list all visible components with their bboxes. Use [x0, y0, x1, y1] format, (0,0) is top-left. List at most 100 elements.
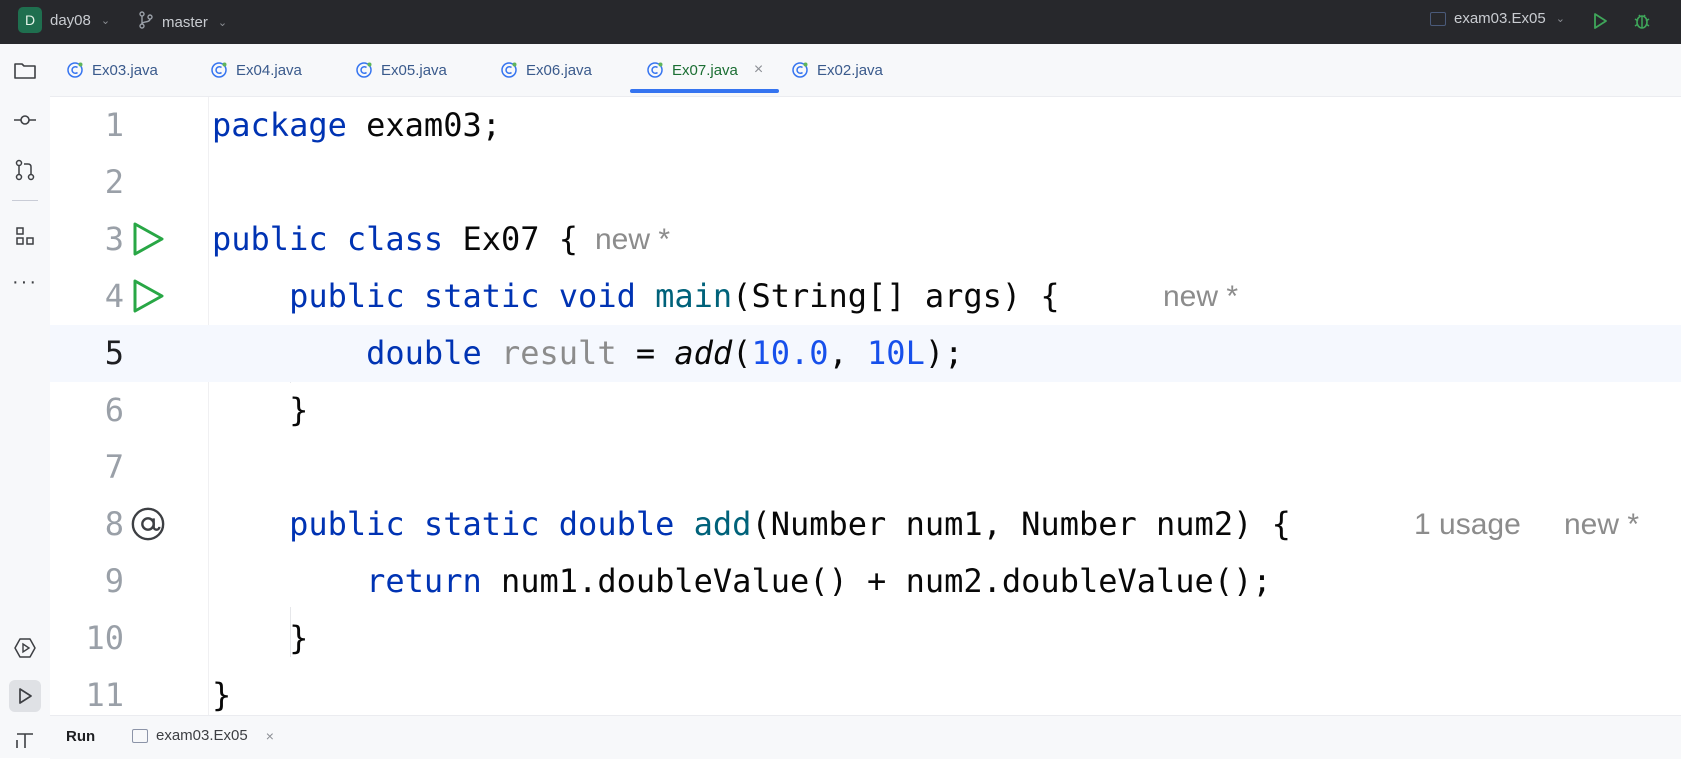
run-tool-window-header: Run exam03.Ex05 × [50, 715, 1681, 759]
tab-ex02[interactable]: Ex02.java [791, 44, 883, 96]
chevron-down-icon: ⌄ [217, 17, 228, 29]
tab-ex04[interactable]: Ex04.java [210, 44, 302, 96]
implementation-gutter-marker[interactable] [130, 506, 166, 542]
keyword: package [212, 106, 347, 144]
branch-selector[interactable]: master ⌄ [138, 11, 227, 34]
tab-ex05[interactable]: Ex05.java [355, 44, 447, 96]
line-number: 6 [104, 391, 124, 429]
code-token: } [289, 391, 309, 429]
project-tool-button[interactable] [9, 54, 41, 86]
terminal-tool-button[interactable] [9, 724, 41, 756]
line-number: 3 [104, 220, 124, 258]
java-class-icon [211, 62, 227, 78]
tab-label: Ex07.java [672, 61, 738, 79]
chevron-down-icon: ⌄ [100, 14, 111, 27]
at-sign-icon [131, 507, 165, 541]
inlay-hint[interactable]: new * [595, 211, 670, 268]
active-tab-indicator [630, 89, 780, 93]
code-token: num1.doubleValue() + num2.doubleValue(); [481, 562, 1272, 600]
inlay-hint[interactable]: new * [1163, 268, 1238, 325]
run-icon [133, 279, 164, 313]
tab-ex06[interactable]: Ex06.java [500, 44, 592, 96]
run-configuration-selector[interactable]: exam03.Ex05 ⌄ [1430, 10, 1565, 27]
code-text: public class Ex07 { [212, 211, 578, 268]
code-token: } [289, 619, 309, 657]
services-icon [14, 638, 36, 658]
keyword: class [346, 220, 444, 258]
tab-label: Ex05.java [381, 61, 447, 79]
line-number: 8 [104, 505, 124, 543]
terminal-icon [16, 733, 33, 748]
line-number: 4 [104, 277, 124, 315]
code-line: 10 } [50, 610, 1681, 667]
structure-icon [16, 227, 34, 245]
line-number: 2 [104, 163, 124, 201]
run-icon [133, 222, 164, 256]
close-icon[interactable]: × [266, 728, 274, 744]
code-token: (String[] args) { [732, 277, 1060, 315]
code-text: public static void main(String[] args) { [212, 268, 1060, 325]
run-button[interactable] [1588, 9, 1612, 33]
code-text: package exam03; [212, 97, 501, 154]
tab-ex07[interactable]: Ex07.java × [630, 44, 780, 96]
tab-label: Ex04.java [236, 61, 302, 79]
code-text: } [212, 382, 308, 439]
tool-strip-divider [12, 200, 38, 201]
code-token: ( [732, 334, 752, 372]
more-tools-button[interactable]: ··· [9, 266, 41, 298]
tab-label: Ex03.java [92, 61, 158, 79]
code-text: } [212, 610, 308, 667]
run-tool-title: Run [66, 728, 96, 745]
tab-ex03[interactable]: Ex03.java [66, 44, 158, 96]
code-text: public static double add(Number num1, Nu… [212, 496, 1291, 553]
folder-icon [14, 63, 36, 79]
keyword: void [558, 277, 636, 315]
debug-button[interactable] [1630, 9, 1654, 33]
keyword: return [366, 562, 482, 600]
code-token: , [828, 334, 868, 372]
code-token: (Number num1, Number num2) { [751, 505, 1291, 543]
run-class-gutter-button[interactable] [130, 221, 166, 257]
commit-tool-button[interactable] [9, 104, 41, 136]
code-token: } [212, 676, 232, 714]
project-badge: D [18, 7, 42, 33]
run-main-gutter-button[interactable] [130, 278, 166, 314]
run-tab-exam03-ex05[interactable]: exam03.Ex05 × [132, 727, 274, 744]
keyword: public [289, 505, 405, 543]
code-editor[interactable]: 1 package exam03; 2 3 public class Ex07 … [50, 97, 1681, 715]
line-number: 7 [104, 448, 124, 486]
method-name: add [693, 505, 752, 543]
tab-label: Ex02.java [817, 61, 883, 79]
inlay-hint[interactable]: new * [1564, 496, 1639, 553]
run-tool-button[interactable] [9, 680, 41, 712]
line-number: 5 [104, 334, 124, 372]
java-class-icon [792, 62, 808, 78]
run-icon [1594, 13, 1607, 29]
line-number: 1 [104, 106, 124, 144]
title-bar: D day08 ⌄ master ⌄ exam03.Ex05 ⌄ [0, 0, 1681, 44]
pull-requests-icon [15, 159, 35, 181]
line-number: 10 [85, 619, 124, 657]
keyword: double [558, 505, 675, 543]
services-tool-button[interactable] [9, 632, 41, 664]
keyword: public [289, 277, 405, 315]
left-tool-strip: ··· [0, 44, 51, 758]
chevron-down-icon: ⌄ [1555, 13, 1565, 25]
project-selector[interactable]: D day08 ⌄ [18, 7, 110, 33]
keyword: public [212, 220, 328, 258]
code-text: double result = add(10.0, 10L); [212, 325, 963, 382]
project-name: day08 [50, 11, 91, 29]
code-token: exam03; [346, 106, 501, 144]
keyword: static [423, 277, 540, 315]
close-icon[interactable]: × [754, 61, 763, 79]
code-line: 6 } [50, 382, 1681, 439]
keyword: static [423, 505, 540, 543]
code-line: 8 public static double add(Number num1, … [50, 496, 1681, 553]
structure-tool-button[interactable] [9, 220, 41, 252]
java-class-icon [356, 62, 372, 78]
code-line: 1 package exam03; [50, 97, 1681, 154]
usage-hint[interactable]: 1 usage [1414, 496, 1521, 553]
unused-variable: result [500, 334, 617, 372]
pull-requests-tool-button[interactable] [9, 154, 41, 186]
keyword: double [366, 334, 482, 372]
